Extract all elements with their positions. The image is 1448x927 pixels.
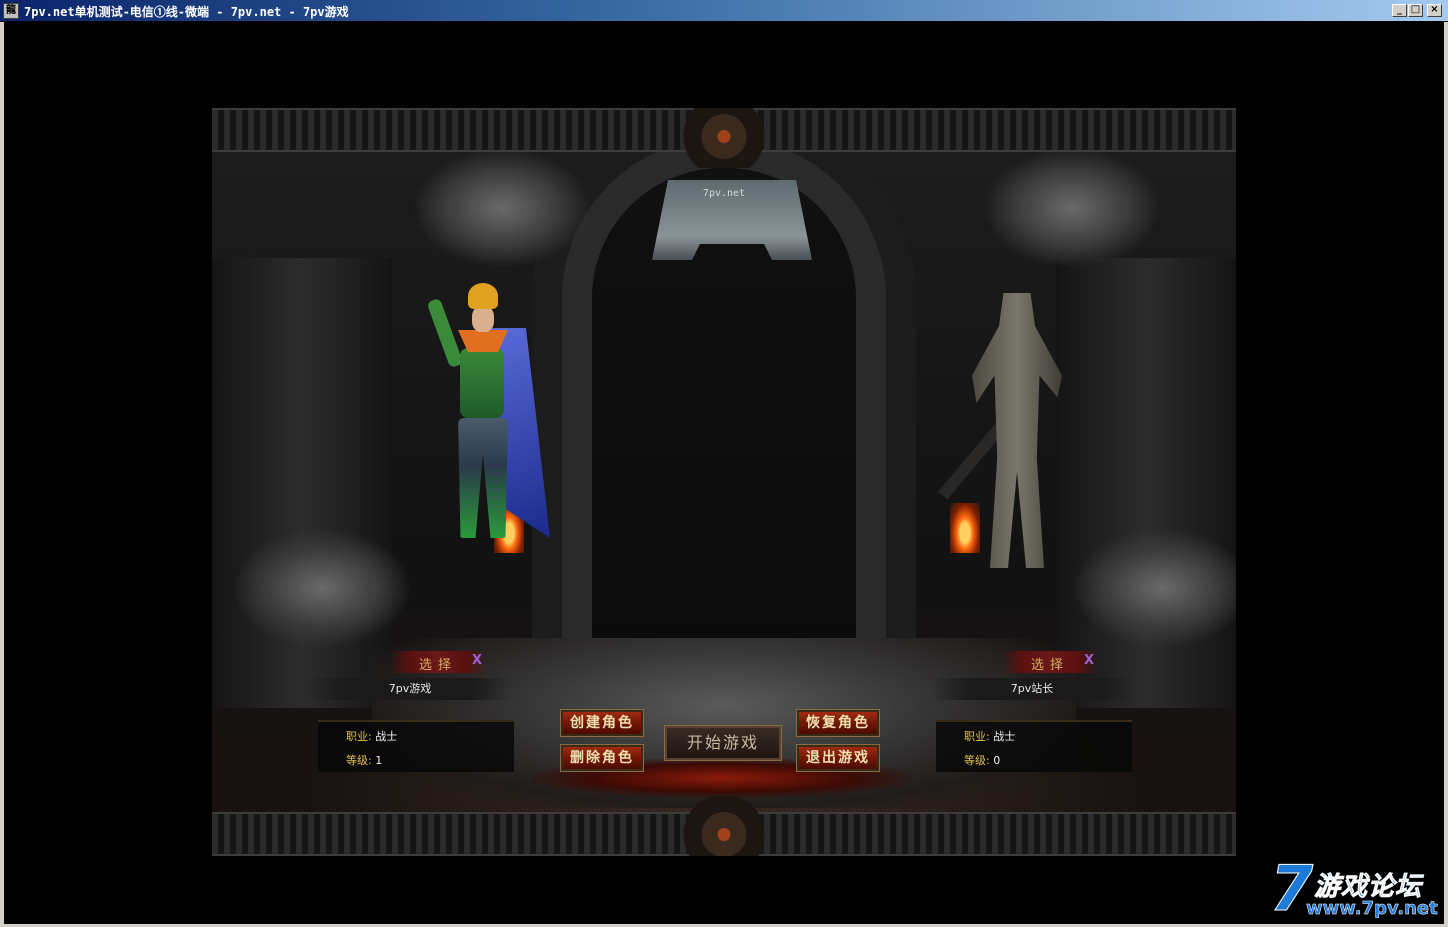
- exit-game-button[interactable]: 退出游戏: [796, 744, 880, 772]
- start-game-button[interactable]: 开始游戏: [664, 725, 782, 761]
- statue-body: [972, 293, 1062, 568]
- restore-character-button[interactable]: 恢复角色: [796, 709, 880, 737]
- class-row-right: 职业: 战士: [964, 728, 1015, 744]
- level-row-left: 等级: 1: [346, 752, 382, 768]
- stone-character-right[interactable]: [912, 293, 1102, 583]
- class-key-left: 职业:: [346, 730, 372, 743]
- minimize-button[interactable]: _: [1392, 4, 1407, 17]
- server-name: 7pv.net: [702, 188, 746, 199]
- class-value-left: 战士: [375, 730, 398, 743]
- level-value-left: 1: [375, 754, 383, 767]
- character-info-right: 职业: 战士 等级: 0: [936, 720, 1132, 772]
- skull-ornament-bottom: [682, 796, 766, 856]
- dragon-statue-top-left: [412, 148, 592, 268]
- select-mark-right: X: [1083, 653, 1094, 668]
- hero-head: [472, 306, 494, 332]
- warrior-character-left[interactable]: [426, 268, 560, 598]
- level-key-left: 等级:: [346, 754, 372, 767]
- hero-arm: [426, 297, 464, 369]
- character-info-left: 职业: 战士 等级: 1: [318, 720, 514, 772]
- create-character-button[interactable]: 创建角色: [560, 709, 644, 737]
- dragon-statue-top-right: [982, 148, 1162, 268]
- hero-hair: [468, 283, 498, 309]
- dragon-statue-bottom-left: [232, 528, 412, 648]
- title-bar[interactable]: 龍 7pv.net单机测试-电信①线-微端 - 7pv.net - 7pv游戏 …: [0, 0, 1448, 22]
- character-name-right: 7pv站长: [932, 678, 1132, 700]
- maximize-button[interactable]: □: [1408, 4, 1423, 17]
- hero-torso: [460, 348, 504, 418]
- character-name-left: 7pv游戏: [310, 678, 510, 700]
- skull-ornament-top: [682, 108, 766, 168]
- stone-archway: [592, 168, 856, 688]
- class-value-right: 战士: [993, 730, 1016, 743]
- select-plate-left[interactable]: 选择 X: [390, 651, 486, 673]
- hero-legs: [458, 418, 508, 538]
- select-plate-right[interactable]: 选择 X: [1002, 651, 1098, 673]
- character-select-scene: 7pv.net 选择 X 7pv游戏 职业: 战士 等级: 1 选择 X 7pv…: [212, 108, 1236, 856]
- window-border-left: [0, 22, 4, 927]
- level-value-right: 0: [993, 754, 1001, 767]
- window-title: 7pv.net单机测试-电信①线-微端 - 7pv.net - 7pv游戏: [24, 5, 349, 19]
- delete-character-button[interactable]: 删除角色: [560, 744, 644, 772]
- window-border-right: [1444, 22, 1448, 927]
- level-row-right: 等级: 0: [964, 752, 1000, 768]
- class-key-right: 职业:: [964, 730, 990, 743]
- watermark-url: www.7pv.net: [1306, 898, 1438, 920]
- level-key-right: 等级:: [964, 754, 990, 767]
- select-mark-left: X: [471, 653, 482, 668]
- app-icon[interactable]: 龍: [3, 3, 19, 19]
- class-row-left: 职业: 战士: [346, 728, 397, 744]
- close-button[interactable]: ×: [1427, 4, 1442, 17]
